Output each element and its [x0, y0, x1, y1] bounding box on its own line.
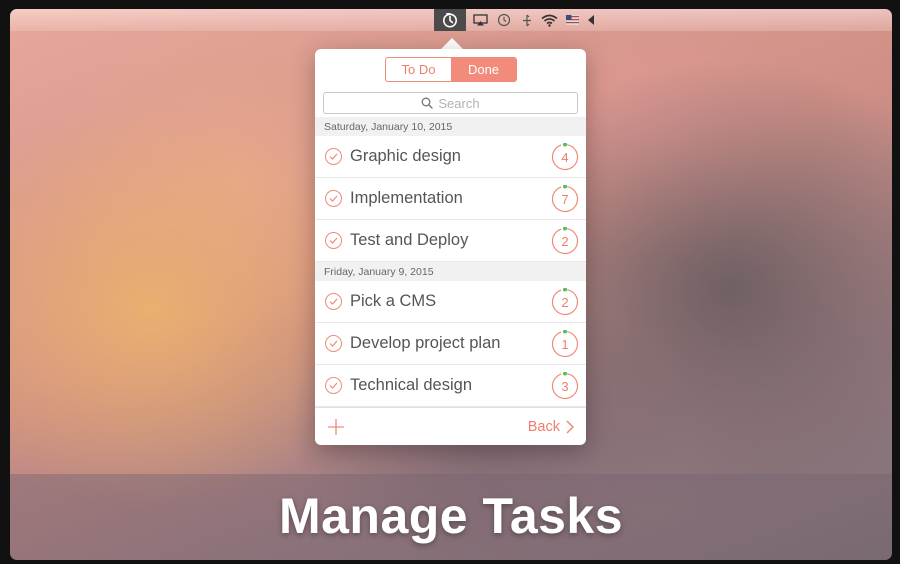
counter-value: 3	[561, 378, 569, 394]
pomodoro-counter: 3	[551, 371, 579, 400]
pomodoro-counter: 1	[551, 329, 579, 358]
search-field[interactable]: Search	[323, 92, 578, 114]
back-label: Back	[527, 419, 560, 435]
task-row[interactable]: Develop project plan 1	[315, 323, 586, 365]
checkmark-icon[interactable]	[325, 293, 342, 310]
section-header-date: Friday, January 9, 2015	[315, 262, 586, 281]
pomodoro-counter: 4	[551, 142, 579, 171]
pomodoro-counter: 7	[551, 184, 579, 213]
wifi-icon[interactable]	[540, 9, 558, 31]
checkmark-icon[interactable]	[325, 190, 342, 207]
task-label: Technical design	[350, 376, 472, 394]
done-tab[interactable]: Done	[451, 58, 516, 81]
add-task-button[interactable]	[327, 418, 345, 436]
pomodoro-counter: 2	[551, 287, 579, 316]
task-list: Saturday, January 10, 2015 Graphic desig…	[315, 117, 586, 407]
checkmark-icon[interactable]	[325, 377, 342, 394]
popover-arrow	[441, 38, 463, 49]
view-segmented-control: To Do Done	[385, 57, 517, 82]
counter-value: 7	[561, 191, 569, 207]
popover-footer: Back	[315, 407, 586, 446]
task-row[interactable]: Implementation 7	[315, 178, 586, 220]
checkmark-icon[interactable]	[325, 335, 342, 352]
counter-value: 4	[561, 149, 569, 165]
time-machine-icon[interactable]	[496, 9, 512, 31]
section-header-date: Saturday, January 10, 2015	[315, 117, 586, 136]
task-row[interactable]: Technical design 3	[315, 365, 586, 407]
task-label: Pick a CMS	[350, 292, 437, 310]
search-icon	[421, 97, 434, 109]
banner-title: Manage Tasks	[278, 488, 624, 544]
pomodoro-counter: 2	[551, 226, 579, 255]
back-button[interactable]: Back	[528, 417, 574, 437]
menu-bar	[10, 9, 892, 31]
counter-value: 2	[561, 294, 569, 310]
task-row[interactable]: Pick a CMS 2	[315, 281, 586, 323]
task-popover: To Do Done Search Saturday, January 10, …	[315, 49, 586, 445]
airplay-icon[interactable]	[472, 9, 488, 31]
task-label: Test and Deploy	[350, 231, 469, 249]
task-row[interactable]: Test and Deploy 2	[315, 220, 586, 262]
task-label: Graphic design	[350, 147, 461, 165]
checkmark-icon[interactable]	[325, 232, 342, 249]
checkmark-icon[interactable]	[325, 148, 342, 165]
plus-icon	[328, 419, 344, 435]
task-row[interactable]: Graphic design 4	[315, 136, 586, 178]
task-label: Implementation	[350, 189, 463, 207]
search-placeholder: Search	[438, 95, 480, 111]
counter-value: 1	[561, 336, 569, 352]
timer-icon[interactable]	[434, 9, 466, 31]
task-label: Develop project plan	[350, 334, 501, 352]
chevron-right-icon	[566, 420, 574, 434]
todo-tab[interactable]: To Do	[386, 58, 451, 81]
flag-icon[interactable]	[565, 9, 579, 31]
volume-icon[interactable]	[585, 9, 597, 31]
counter-value: 2	[561, 233, 569, 249]
bluetooth-icon[interactable]	[520, 9, 534, 31]
